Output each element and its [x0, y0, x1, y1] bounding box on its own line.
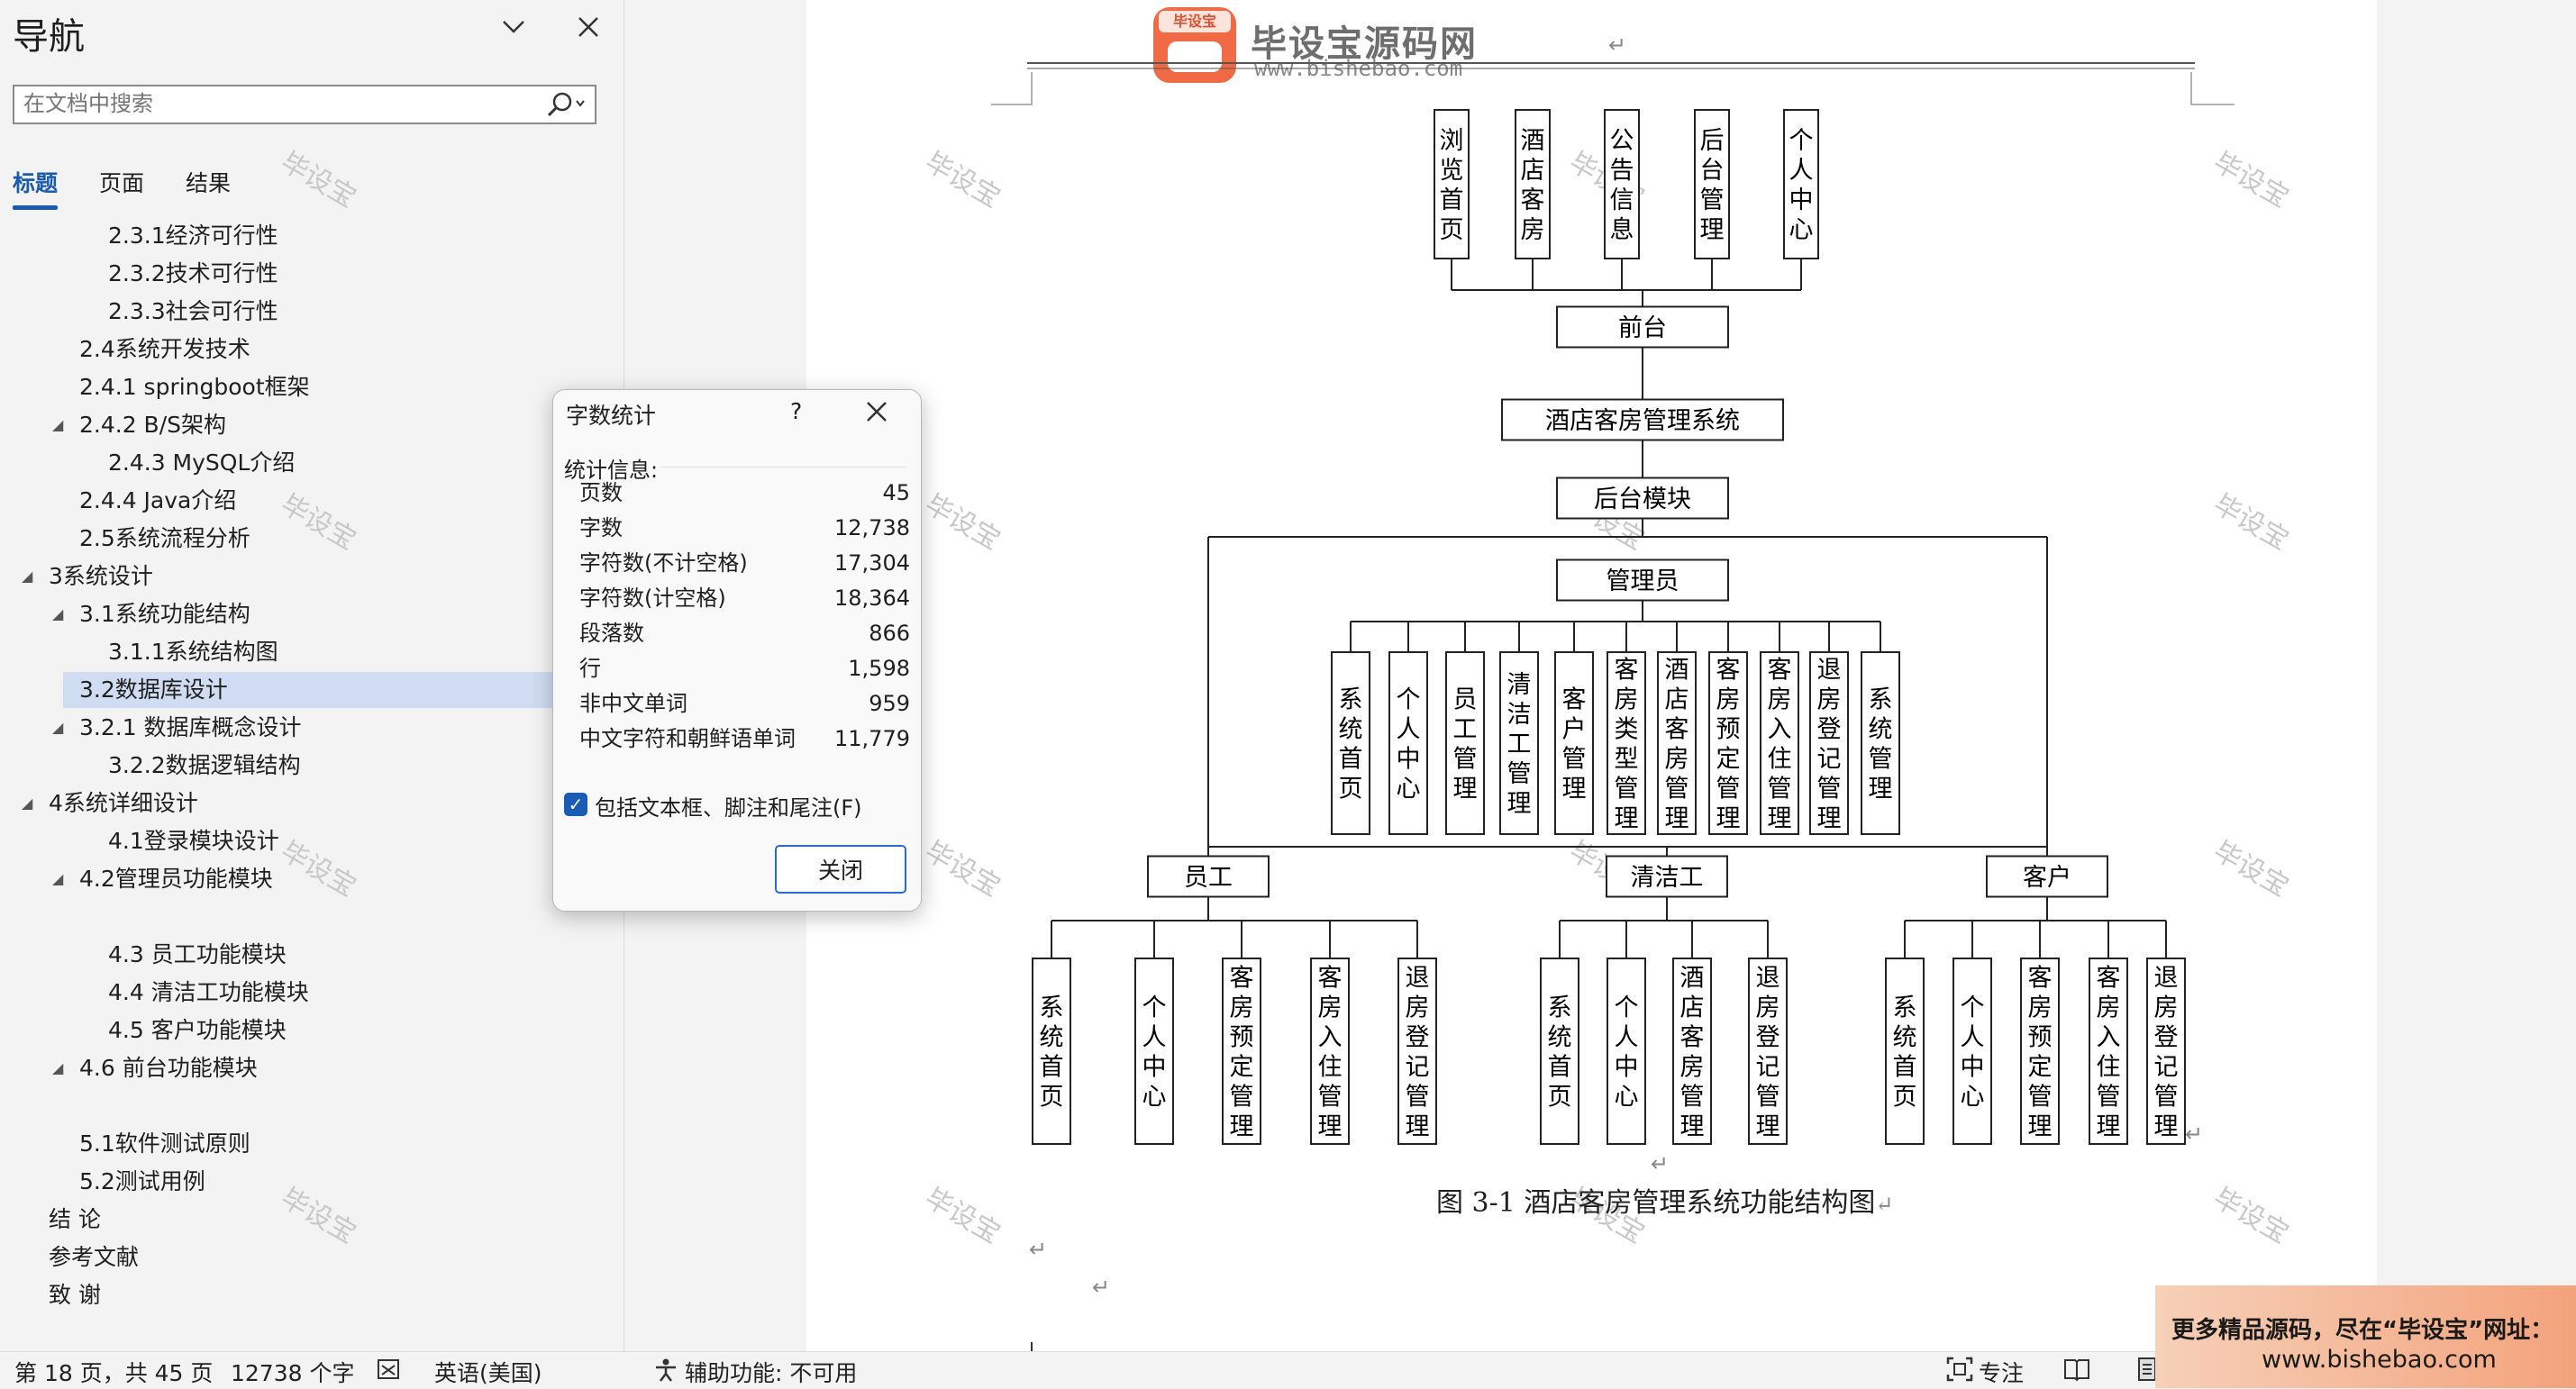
stat-value: 18,364: [834, 586, 910, 611]
divider: [661, 467, 906, 468]
ad-text: 更多精品源码，尽在“毕设宝”网址：: [2171, 1317, 2554, 1344]
stat-label: 中文字符和朝鲜语单词: [579, 726, 796, 751]
paragraph-mark: ↵: [1092, 1275, 1111, 1300]
include-textboxes-checkbox[interactable]: ✓: [564, 793, 587, 816]
stat-value: 12,738: [834, 515, 910, 540]
accessibility-icon[interactable]: [652, 1357, 679, 1386]
admin-label: 管理员: [1607, 567, 1679, 595]
function-structure-diagram: 浏览首页酒店客房公告信息后台管理个人中心前台酒店客房管理系统后台模块管理员系统首…: [1032, 109, 2186, 1145]
front-label: 前台: [1618, 314, 1667, 342]
stat-value: 45: [882, 480, 910, 505]
caption-text: 图 3-1 酒店客房管理系统功能结构图: [1436, 1187, 1876, 1219]
proofing-icon[interactable]: [377, 1358, 404, 1385]
status-page[interactable]: 第 18 页，共 45 页: [14, 1356, 213, 1388]
admin-child-label: 清洁工管理: [1507, 671, 1532, 818]
stat-value: 17,304: [834, 550, 910, 576]
print-layout-icon[interactable]: [2137, 1357, 2157, 1385]
stat-label: 行: [579, 656, 601, 681]
paragraph-mark: ↵: [1029, 1237, 1048, 1262]
close-button[interactable]: 关闭: [775, 845, 906, 894]
dialog-close-icon[interactable]: [865, 400, 888, 427]
read-mode-icon[interactable]: [2063, 1357, 2090, 1385]
ad-url[interactable]: www.bishebao.com: [2262, 1346, 2497, 1374]
stat-label: 非中文单词: [579, 691, 687, 716]
help-button[interactable]: ?: [790, 398, 802, 424]
system-label: 酒店客房管理系统: [1545, 407, 1740, 435]
stat-value: 1,598: [848, 656, 910, 681]
stat-value: 866: [869, 621, 910, 646]
stat-label: 字符数(不计空格): [579, 550, 748, 576]
stat-value: 959: [869, 691, 910, 716]
stat-value: 11,779: [834, 726, 910, 751]
backend-label: 后台模块: [1594, 486, 1691, 513]
stat-label: 字符数(计空格): [579, 586, 726, 611]
figure-caption: 图 3-1 酒店客房管理系统功能结构图↵: [1436, 1180, 1894, 1220]
checkbox-label[interactable]: 包括文本框、脚注和尾注(F): [595, 790, 862, 822]
focus-icon[interactable]: [1946, 1357, 1973, 1385]
stat-label: 页数: [579, 480, 623, 505]
stat-label: 字数: [579, 515, 623, 540]
stat-label: 段落数: [579, 621, 644, 646]
status-accessibility[interactable]: 辅助功能: 不可用: [685, 1356, 857, 1388]
status-word-count[interactable]: 12738 个字: [231, 1356, 354, 1388]
customer-label: 客户: [2023, 864, 2071, 892]
paragraph-mark: ↵: [1875, 1192, 1894, 1217]
status-language[interactable]: 英语(美国): [434, 1356, 542, 1388]
cleaner-label: 清洁工: [1631, 864, 1704, 892]
status-focus[interactable]: 专注: [1979, 1356, 2024, 1388]
employee-label: 员工: [1184, 864, 1233, 892]
dialog-title: 字数统计: [566, 403, 657, 429]
